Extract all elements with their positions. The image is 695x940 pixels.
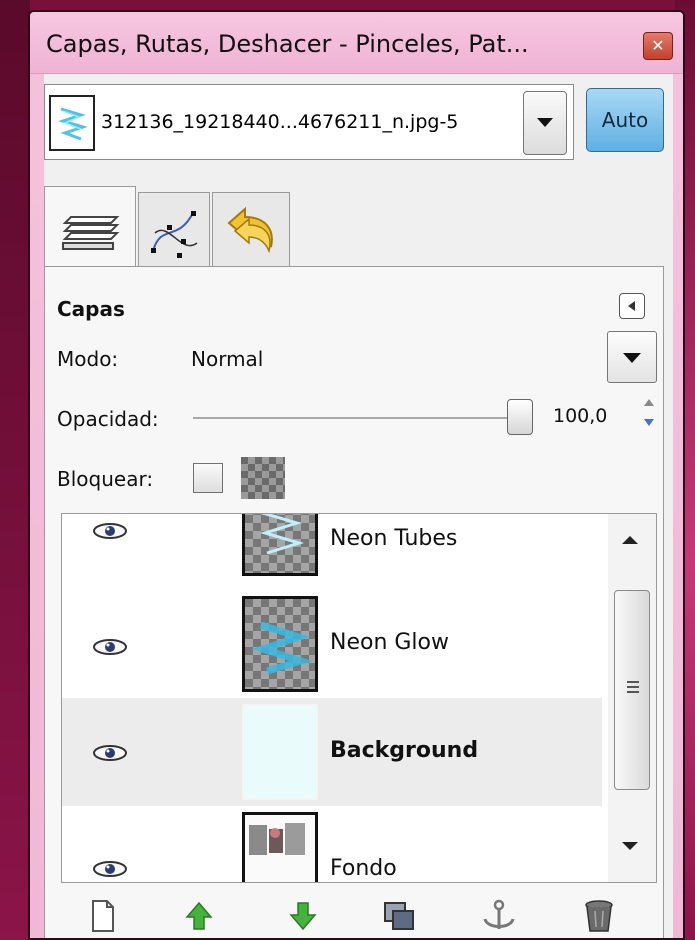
delete-layer-button[interactable] bbox=[579, 897, 619, 935]
opacity-spinner[interactable] bbox=[643, 397, 657, 435]
layer-actions-bar bbox=[61, 891, 657, 937]
grip-icon bbox=[627, 681, 639, 693]
raise-layer-button[interactable] bbox=[179, 897, 219, 935]
layers-panel: Capas Modo: Normal Opacidad: 100,0 Bloqu… bbox=[44, 266, 664, 938]
auto-button[interactable]: Auto bbox=[586, 88, 664, 152]
layer-row-selected[interactable]: Background bbox=[62, 698, 602, 806]
opacity-label: Opacidad: bbox=[57, 407, 159, 431]
tab-undo[interactable] bbox=[212, 192, 290, 268]
image-name: 312136_19218440...4676211_n.jpg-5 bbox=[101, 111, 459, 133]
new-layer-button[interactable] bbox=[83, 897, 123, 935]
mode-label: Modo: bbox=[57, 347, 119, 371]
lower-layer-icon bbox=[289, 902, 317, 931]
title-bar[interactable]: Capas, Rutas, Deshacer - Pinceles, Pat..… bbox=[30, 12, 683, 74]
anchor-layer-button[interactable] bbox=[479, 897, 519, 935]
opacity-value[interactable]: 100,0 bbox=[553, 405, 607, 427]
desktop-background-left bbox=[0, 0, 30, 940]
layer-thumbnail bbox=[242, 514, 318, 576]
panel-menu-button[interactable] bbox=[619, 293, 645, 319]
tab-layers[interactable] bbox=[44, 186, 136, 270]
layer-thumbnail bbox=[242, 812, 318, 882]
dock-window: Capas, Rutas, Deshacer - Pinceles, Pat..… bbox=[28, 10, 685, 940]
duplicate-layer-button[interactable] bbox=[379, 897, 419, 935]
layers-scrollbar[interactable] bbox=[608, 514, 656, 882]
window-frame-right bbox=[673, 74, 683, 938]
mode-value[interactable]: Normal bbox=[191, 347, 263, 371]
eye-icon[interactable] bbox=[92, 860, 128, 878]
lower-layer-button[interactable] bbox=[283, 897, 323, 935]
window-frame-left bbox=[30, 74, 44, 938]
opacity-slider-track[interactable] bbox=[193, 417, 521, 419]
image-selector[interactable]: 312136_19218440...4676211_n.jpg-5 bbox=[44, 84, 574, 160]
undo-tab-icon bbox=[227, 206, 273, 254]
image-dropdown-button[interactable] bbox=[523, 91, 567, 155]
duplicate-layer-icon bbox=[384, 902, 414, 930]
layers-tab-icon bbox=[62, 216, 120, 250]
image-thumbnail bbox=[49, 95, 95, 151]
layer-row[interactable]: Fondo bbox=[62, 806, 602, 882]
lock-pixels-checkbox[interactable] bbox=[193, 463, 223, 493]
close-icon: ✕ bbox=[651, 36, 665, 55]
scroll-down-icon[interactable] bbox=[622, 842, 638, 850]
chevron-down-icon bbox=[623, 353, 641, 363]
scroll-up-icon[interactable] bbox=[622, 536, 638, 544]
layer-name[interactable]: Neon Tubes bbox=[330, 526, 457, 551]
new-layer-icon bbox=[92, 900, 114, 932]
lock-alpha-icon[interactable] bbox=[241, 457, 285, 499]
chevron-down-icon bbox=[537, 118, 553, 127]
spin-up-icon[interactable] bbox=[644, 399, 654, 406]
panel-title: Capas bbox=[57, 297, 125, 321]
scrollbar-thumb[interactable] bbox=[614, 590, 650, 790]
raise-layer-icon bbox=[185, 901, 213, 930]
paths-tab-icon bbox=[151, 211, 198, 258]
window-title: Capas, Rutas, Deshacer - Pinceles, Pat..… bbox=[46, 30, 529, 58]
tab-paths[interactable] bbox=[138, 192, 210, 268]
dock-content: 312136_19218440...4676211_n.jpg-5 Auto C… bbox=[44, 74, 673, 938]
close-button[interactable]: ✕ bbox=[643, 32, 673, 60]
eye-icon[interactable] bbox=[92, 638, 128, 656]
eye-icon[interactable] bbox=[92, 744, 128, 762]
layer-row[interactable]: Neon Tubes bbox=[62, 514, 602, 582]
layer-name[interactable]: Background bbox=[330, 738, 478, 763]
chevron-left-icon bbox=[628, 301, 635, 311]
delete-layer-icon bbox=[585, 900, 613, 932]
anchor-layer-icon bbox=[483, 899, 515, 929]
layer-name[interactable]: Neon Glow bbox=[330, 630, 449, 655]
layers-list: Neon Tubes Neon Glow Background Fondo bbox=[61, 513, 657, 883]
layer-row[interactable]: Neon Glow bbox=[62, 590, 602, 698]
opacity-slider-handle[interactable] bbox=[507, 399, 533, 435]
layer-thumbnail bbox=[242, 596, 318, 692]
eye-icon[interactable] bbox=[92, 522, 128, 540]
layer-thumbnail bbox=[242, 704, 318, 800]
dock-tabs bbox=[44, 186, 664, 270]
mode-dropdown-button[interactable] bbox=[607, 331, 657, 383]
spin-down-icon[interactable] bbox=[644, 419, 654, 426]
lock-label: Bloquear: bbox=[57, 467, 154, 491]
layer-name[interactable]: Fondo bbox=[330, 856, 397, 881]
